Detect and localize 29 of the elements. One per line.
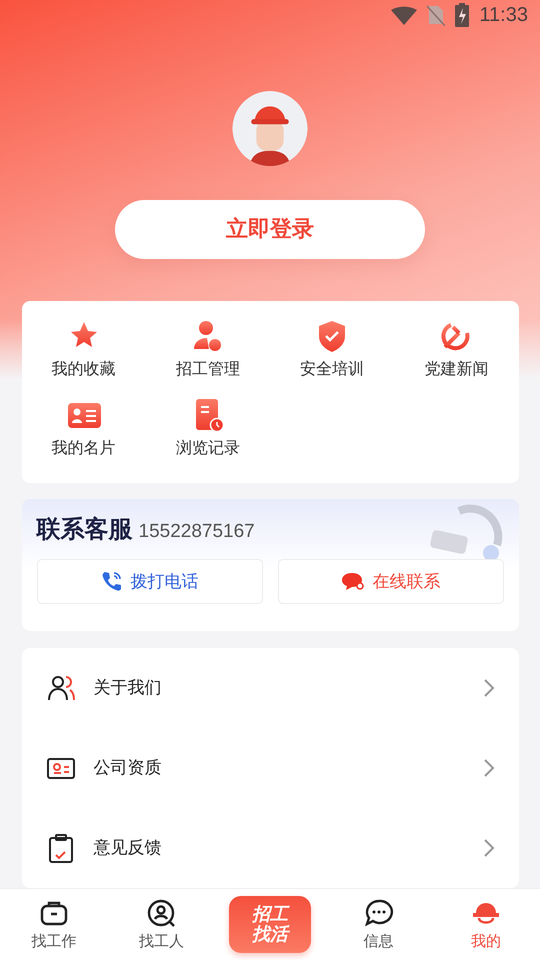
tab-label[interactable]: 信息 bbox=[364, 932, 394, 951]
menu-item[interactable]: 关于我们 bbox=[94, 676, 464, 700]
menu-item[interactable]: 公司资质 bbox=[94, 756, 464, 780]
shortcut-label[interactable]: 党建新闻 bbox=[424, 358, 488, 380]
shortcut-label[interactable]: 我的收藏 bbox=[52, 358, 116, 380]
menu-item[interactable]: 意见反馈 bbox=[94, 836, 464, 860]
tab-label[interactable]: 找工人 bbox=[138, 932, 184, 951]
status-time: 11:33 bbox=[479, 4, 528, 27]
tab-label[interactable]: 找工作 bbox=[31, 932, 76, 951]
call-button[interactable]: 拨打电话 bbox=[36, 558, 262, 604]
person-search-icon bbox=[146, 898, 176, 928]
phone-icon bbox=[100, 570, 122, 592]
chat-icon bbox=[364, 898, 394, 928]
battery-charging-icon bbox=[455, 3, 470, 28]
shortcut-label[interactable]: 招工管理 bbox=[176, 358, 240, 380]
wifi-icon bbox=[391, 5, 418, 26]
shortcut-label[interactable]: 我的名片 bbox=[52, 438, 116, 459]
service-title: 联系客服 bbox=[36, 514, 132, 545]
chevron-right-icon bbox=[482, 758, 494, 778]
shortcut-label[interactable]: 安全培训 bbox=[300, 358, 364, 380]
chevron-right-icon bbox=[482, 838, 494, 858]
online-chat-button[interactable]: 在线联系 bbox=[278, 558, 504, 604]
phone-number: 15522875167 bbox=[138, 520, 255, 543]
no-sim-icon bbox=[427, 4, 446, 26]
shortcut-label[interactable]: 浏览记录 bbox=[176, 438, 240, 459]
tab-label[interactable]: 我的 bbox=[471, 932, 502, 951]
chat-bubble-icon bbox=[340, 571, 364, 592]
chevron-right-icon bbox=[482, 678, 494, 698]
login-button[interactable]: 立即登录 bbox=[115, 200, 425, 259]
